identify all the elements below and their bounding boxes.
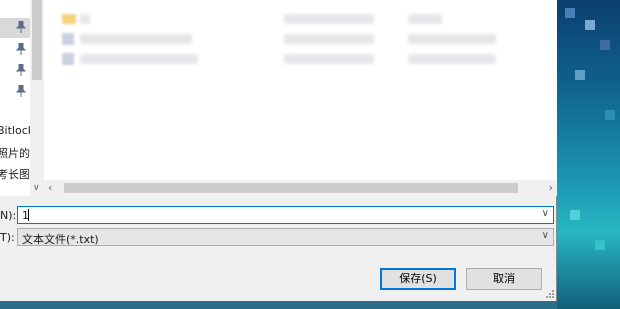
- blurred-text: [284, 54, 374, 64]
- save-button[interactable]: 保存(S): [380, 268, 456, 290]
- blurred-text: [408, 54, 496, 64]
- chevron-right-icon[interactable]: ›: [549, 181, 553, 194]
- wallpaper-tile: [605, 110, 615, 120]
- filetype-value[interactable]: 文本文件(*.txt): [22, 231, 99, 247]
- wallpaper-tile: [570, 210, 580, 220]
- pin-icon: [16, 85, 26, 97]
- quick-access-item[interactable]: [0, 18, 30, 38]
- blurred-text: [284, 34, 374, 44]
- pin-icon: [16, 43, 26, 55]
- quick-access-item[interactable]: [0, 82, 30, 102]
- cancel-button[interactable]: 取消: [466, 268, 542, 290]
- pin-icon: [16, 64, 26, 76]
- list-item[interactable]: [44, 10, 544, 28]
- list-item[interactable]: [44, 30, 544, 48]
- blurred-text: [80, 34, 192, 44]
- quick-access-item[interactable]: [0, 61, 30, 81]
- resize-grip[interactable]: [545, 289, 555, 299]
- file-icon: [62, 33, 74, 45]
- nav-item-label[interactable]: Bitlock: [0, 124, 34, 137]
- chevron-left-icon[interactable]: ‹: [48, 181, 52, 194]
- dialog-bottom-edge: [0, 301, 557, 309]
- chevron-down-icon[interactable]: ∨: [542, 208, 549, 219]
- desktop-wallpaper: [555, 0, 620, 309]
- blurred-text: [80, 14, 90, 24]
- quick-access-item[interactable]: [0, 40, 30, 60]
- chevron-down-icon[interactable]: ∨: [33, 183, 40, 193]
- filename-input[interactable]: 1 ∨: [17, 206, 554, 224]
- filetype-select[interactable]: 文本文件(*.txt) ∨: [17, 228, 554, 246]
- horizontal-scrollbar[interactable]: ‹ ›: [44, 180, 557, 196]
- filetype-label: T):: [0, 231, 15, 244]
- wallpaper-tile: [575, 70, 585, 80]
- nav-scroll-thumb[interactable]: [32, 0, 42, 80]
- folder-icon: [62, 14, 76, 24]
- horizontal-scroll-thumb[interactable]: [64, 183, 518, 193]
- file-list[interactable]: [44, 0, 557, 196]
- text-caret: [28, 209, 29, 221]
- blurred-text: [408, 34, 496, 44]
- wallpaper-tile: [600, 40, 610, 50]
- pin-icon: [16, 21, 26, 33]
- filename-label: N):: [0, 209, 17, 222]
- wallpaper-tile: [585, 20, 595, 30]
- navigation-pane[interactable]: Bitlock 照片的( 考长图( ∨: [0, 0, 44, 196]
- blurred-text: [80, 54, 198, 64]
- wallpaper-tile: [595, 240, 605, 250]
- nav-scrollbar[interactable]: ∨: [30, 0, 44, 196]
- blurred-text: [408, 14, 442, 24]
- wallpaper-tile: [565, 8, 575, 18]
- blurred-text: [284, 14, 374, 24]
- list-item[interactable]: [44, 50, 544, 68]
- chevron-down-icon[interactable]: ∨: [542, 230, 549, 241]
- save-file-dialog: Bitlock 照片的( 考长图( ∨ ‹ › N): 1 ∨ T): 文本文件…: [0, 0, 557, 301]
- file-icon: [62, 53, 74, 65]
